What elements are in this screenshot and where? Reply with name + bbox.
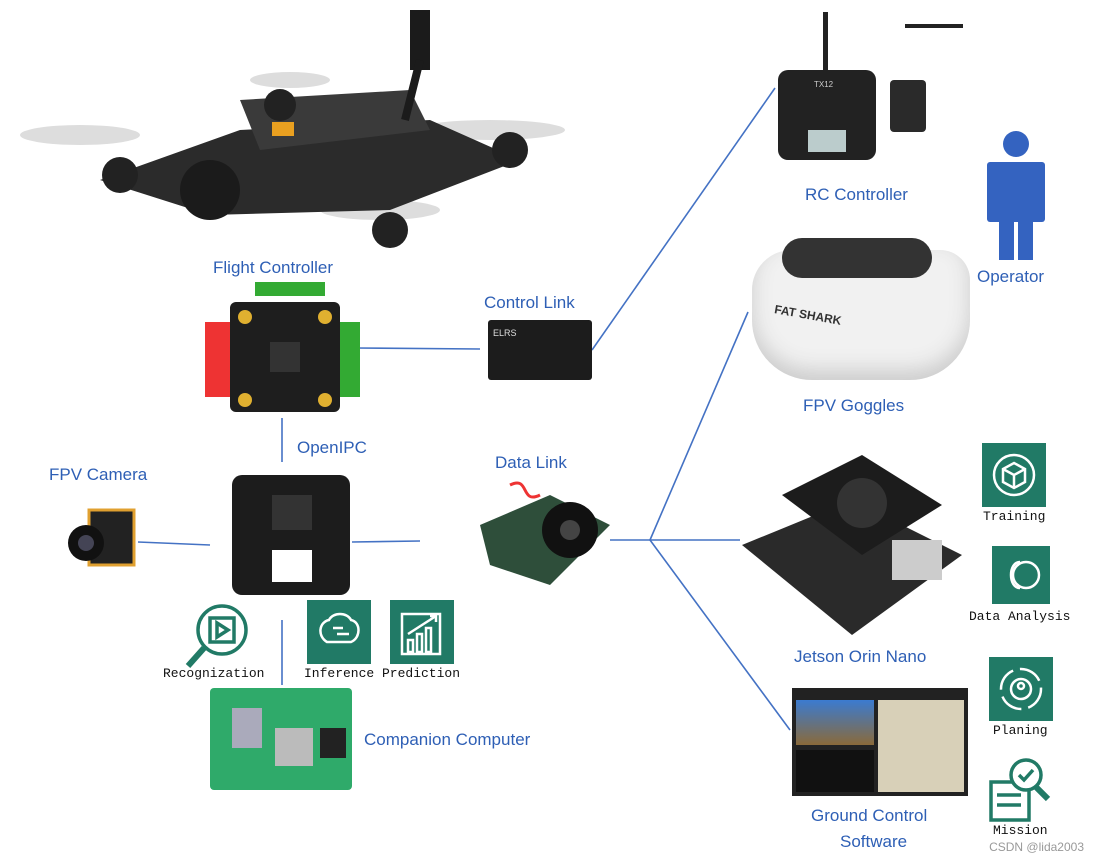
planing-label: Planing <box>993 723 1048 738</box>
rc-controller-label: RC Controller <box>805 185 908 204</box>
watermark: CSDN @lida2003 <box>989 840 1084 854</box>
jetson-orin-nano-image <box>742 455 962 635</box>
control-link-module-image: ELRS <box>488 320 592 380</box>
training-icon <box>982 443 1046 507</box>
mission-icon <box>989 758 1051 822</box>
drone-image <box>20 10 565 248</box>
fpv-camera-label: FPV Camera <box>49 465 148 484</box>
gcs-label-line2: Software <box>840 832 908 851</box>
gcs-label-line1: Ground Control <box>811 806 928 825</box>
prediction-icon <box>390 600 454 664</box>
fpv-goggles-image: FAT SHARK <box>752 238 970 380</box>
operator-icon <box>987 131 1045 260</box>
data-analysis-label: Data Analysis <box>969 609 1071 624</box>
recognization-icon <box>185 604 248 668</box>
rc-model-text: TX12 <box>814 80 834 89</box>
training-label: Training <box>983 509 1046 524</box>
fpv-camera-image <box>68 508 136 567</box>
openipc-label: OpenIPC <box>297 438 367 457</box>
inference-icon <box>307 600 371 664</box>
line-control-rc <box>591 87 776 351</box>
rc-antenna <box>905 24 963 28</box>
recognization-label: Recognization <box>163 666 265 681</box>
companion-computer-image <box>210 688 352 790</box>
jetson-label: Jetson Orin Nano <box>794 647 927 666</box>
rc-controller-image: TX12 <box>778 12 876 160</box>
line-hub-goggles <box>649 311 749 541</box>
system-diagram: Flight Controller Control Link ELRS TX12… <box>0 0 1098 862</box>
line-board-datalink <box>351 540 421 543</box>
rc-module-image <box>890 80 926 132</box>
planing-icon <box>989 657 1053 721</box>
inference-label: Inference <box>304 666 375 681</box>
line-fc-control <box>354 347 481 350</box>
data-analysis-icon <box>992 546 1050 604</box>
openipc-board-image <box>232 475 350 595</box>
companion-computer-label: Companion Computer <box>364 730 531 749</box>
operator-label: Operator <box>977 267 1045 286</box>
data-link-module-image <box>480 481 610 585</box>
line-camera-board <box>137 541 211 546</box>
mission-label: Mission <box>993 823 1048 838</box>
ground-control-software-image <box>792 688 968 796</box>
goggles-brand-text: FAT SHARK <box>773 302 843 328</box>
prediction-label: Prediction <box>382 666 461 681</box>
elrs-text: ELRS <box>493 328 517 338</box>
data-link-label: Data Link <box>495 453 567 472</box>
flight-controller-label: Flight Controller <box>213 258 333 277</box>
fpv-goggles-label: FPV Goggles <box>803 396 905 415</box>
flight-controller-board-image <box>205 282 360 412</box>
control-link-label: Control Link <box>484 293 575 312</box>
